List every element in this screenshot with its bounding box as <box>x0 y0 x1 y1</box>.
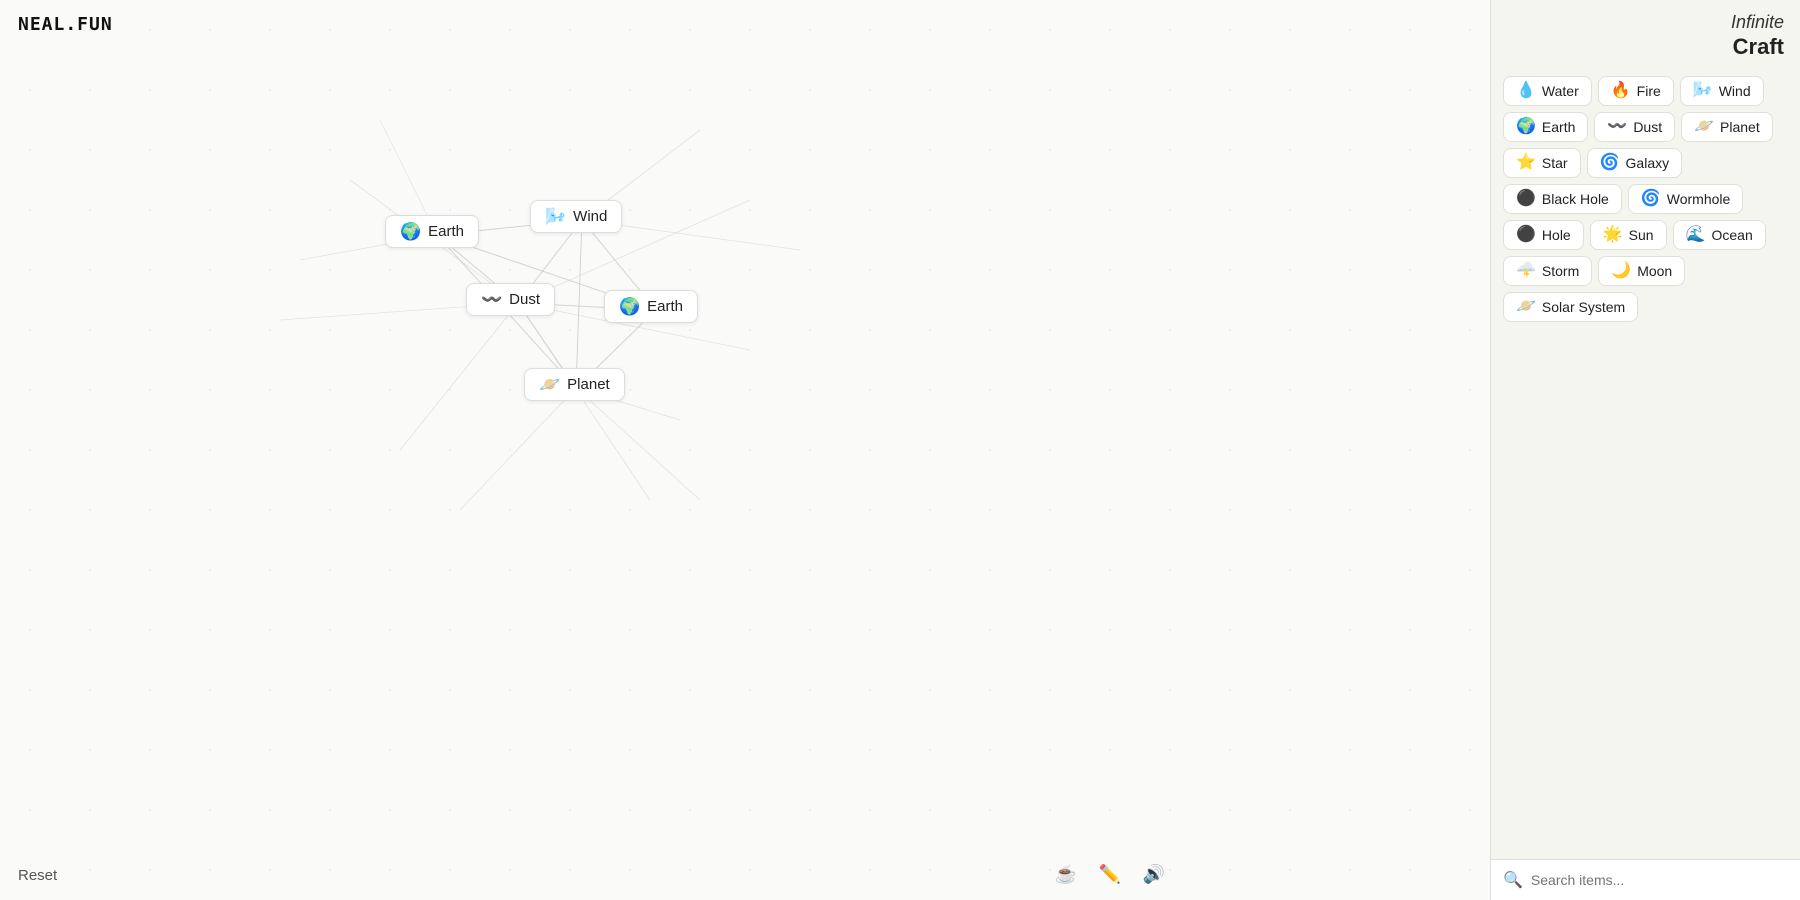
canvas-element-earth1[interactable]: 🌍 Earth <box>385 215 479 248</box>
black-hole-icon: ⚫ <box>1516 191 1536 207</box>
sidebar-item-dust[interactable]: 〰️ Dust <box>1594 112 1675 142</box>
star-icon: ⭐ <box>1516 155 1536 171</box>
reset-button[interactable]: Reset <box>18 867 57 884</box>
canvas-element-dust1[interactable]: 〰️ Dust <box>466 283 555 316</box>
dust-label: Dust <box>1633 119 1662 135</box>
earth1-label: Earth <box>428 223 464 240</box>
galaxy-icon: 🌀 <box>1600 155 1620 171</box>
solar-system-label: Solar System <box>1542 299 1625 315</box>
canvas-element-earth2[interactable]: 🌍 Earth <box>604 290 698 323</box>
wormhole-label: Wormhole <box>1667 191 1731 207</box>
app-logo: Infinite Craft <box>1731 12 1784 60</box>
hole-label: Hole <box>1542 227 1571 243</box>
wind-icon: 🌬️ <box>1693 83 1713 99</box>
planet1-icon: 🪐 <box>539 376 560 393</box>
sidebar-item-moon[interactable]: 🌙 Moon <box>1598 256 1685 286</box>
moon-label: Moon <box>1637 263 1672 279</box>
feather-icon[interactable]: ✏️ <box>1094 858 1126 890</box>
bottom-toolbar: ☕ ✏️ 🔊 <box>1050 858 1170 890</box>
star-label: Star <box>1542 155 1568 171</box>
earth2-label: Earth <box>647 298 683 315</box>
sidebar-header: Infinite Craft <box>1491 0 1800 68</box>
planet-icon: 🪐 <box>1694 119 1714 135</box>
canvas-area[interactable]: NEAL.FUN 🌍 Earth 🌬️ Wind 〰️ Dust 🌍 Earth 🪐 Planet <box>0 0 1490 900</box>
sidebar-item-sun[interactable]: 🌟 Sun <box>1590 220 1667 250</box>
app-title-line2: Craft <box>1731 34 1784 60</box>
wind-label: Wind <box>1719 83 1751 99</box>
fire-label: Fire <box>1637 83 1661 99</box>
sidebar-item-earth[interactable]: 🌍 Earth <box>1503 112 1588 142</box>
solar-system-icon: 🪐 <box>1516 299 1536 315</box>
sidebar-item-fire[interactable]: 🔥 Fire <box>1598 76 1674 106</box>
earth1-icon: 🌍 <box>400 223 421 240</box>
sidebar-item-storm[interactable]: 🌩️ Storm <box>1503 256 1592 286</box>
search-icon: 🔍 <box>1503 870 1523 890</box>
planet-label: Planet <box>1720 119 1760 135</box>
planet1-label: Planet <box>567 376 610 393</box>
sidebar-item-wind[interactable]: 🌬️ Wind <box>1680 76 1764 106</box>
wind1-icon: 🌬️ <box>545 208 566 225</box>
items-grid: 💧 Water 🔥 Fire 🌬️ Wind 🌍 Earth 〰️ Dust 🪐 Planet ⭐ Sta… <box>1491 68 1800 859</box>
sidebar-item-water[interactable]: 💧 Water <box>1503 76 1592 106</box>
dust1-label: Dust <box>509 291 540 308</box>
earth-icon: 🌍 <box>1516 119 1536 135</box>
sidebar-item-black-hole[interactable]: ⚫ Black Hole <box>1503 184 1622 214</box>
search-bar: 🔍 <box>1491 859 1800 900</box>
sound-icon[interactable]: 🔊 <box>1138 858 1170 890</box>
search-input[interactable] <box>1531 872 1788 888</box>
sidebar: Infinite Craft 💧 Water 🔥 Fire 🌬️ Wind 🌍 Earth 〰️… <box>1490 0 1800 900</box>
sidebar-item-wormhole[interactable]: 🌀 Wormhole <box>1628 184 1743 214</box>
sun-label: Sun <box>1629 227 1654 243</box>
canvas-element-wind1[interactable]: 🌬️ Wind <box>530 200 622 233</box>
storm-icon: 🌩️ <box>1516 263 1536 279</box>
hole-icon: ⚫ <box>1516 227 1536 243</box>
wormhole-icon: 🌀 <box>1641 191 1661 207</box>
wind1-label: Wind <box>573 208 607 225</box>
ocean-label: Ocean <box>1711 227 1752 243</box>
water-icon: 💧 <box>1516 83 1536 99</box>
app-title-line1: Infinite <box>1731 12 1784 34</box>
earth-label: Earth <box>1542 119 1575 135</box>
connection-lines <box>0 0 1490 900</box>
ocean-icon: 🌊 <box>1686 227 1706 243</box>
water-label: Water <box>1542 83 1579 99</box>
black-hole-label: Black Hole <box>1542 191 1609 207</box>
earth2-icon: 🌍 <box>619 298 640 315</box>
sidebar-item-ocean[interactable]: 🌊 Ocean <box>1673 220 1766 250</box>
sidebar-item-galaxy[interactable]: 🌀 Galaxy <box>1587 148 1683 178</box>
sidebar-item-hole[interactable]: ⚫ Hole <box>1503 220 1584 250</box>
fire-icon: 🔥 <box>1611 83 1631 99</box>
dust-icon: 〰️ <box>1607 119 1627 135</box>
storm-label: Storm <box>1542 263 1579 279</box>
sidebar-item-planet[interactable]: 🪐 Planet <box>1681 112 1773 142</box>
coffee-icon[interactable]: ☕ <box>1050 858 1082 890</box>
sidebar-item-star[interactable]: ⭐ Star <box>1503 148 1581 178</box>
galaxy-label: Galaxy <box>1626 155 1670 171</box>
sun-icon: 🌟 <box>1603 227 1623 243</box>
moon-icon: 🌙 <box>1611 263 1631 279</box>
canvas-element-planet1[interactable]: 🪐 Planet <box>524 368 625 401</box>
dust1-icon: 〰️ <box>481 291 502 308</box>
site-logo: NEAL.FUN <box>18 14 113 35</box>
sidebar-item-solar-system[interactable]: 🪐 Solar System <box>1503 292 1638 322</box>
